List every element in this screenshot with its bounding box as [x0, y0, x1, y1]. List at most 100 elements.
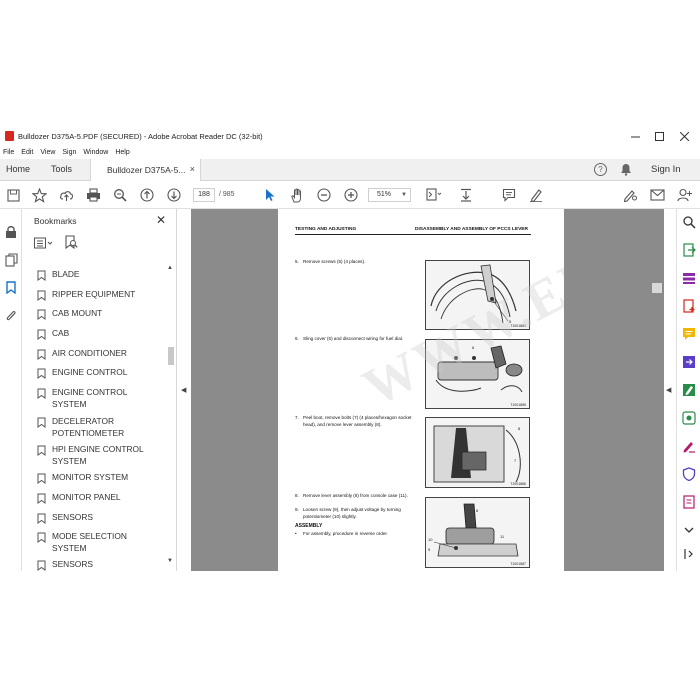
fill-sign-button[interactable]: [622, 187, 638, 203]
export-pdf-icon[interactable]: [682, 243, 696, 257]
comment-button[interactable]: [501, 187, 517, 203]
organize-pages-icon[interactable]: [682, 271, 696, 285]
document-scroll-thumb[interactable]: [652, 283, 662, 293]
minus-circle-icon: [317, 188, 331, 202]
close-window-button[interactable]: [672, 127, 696, 145]
save-button[interactable]: [5, 187, 21, 203]
chevron-left-icon: ◀: [666, 387, 672, 394]
bookmark-item[interactable]: ENGINE CONTROL SYSTEM: [37, 387, 162, 410]
scan-enhance-icon[interactable]: [682, 411, 696, 425]
select-tool-button[interactable]: [262, 187, 278, 203]
notification-bell-icon[interactable]: [620, 163, 632, 176]
maximize-button[interactable]: [647, 127, 671, 145]
pages-copy-icon[interactable]: [5, 253, 18, 267]
lock-icon[interactable]: [5, 225, 17, 238]
tab-document[interactable]: Bulldozer D375A-5... ×: [90, 159, 201, 181]
fill-sign-tool-icon[interactable]: [682, 439, 696, 453]
send-for-review-icon[interactable]: [682, 495, 696, 509]
zoom-search-button[interactable]: [112, 187, 128, 203]
bookmark-item[interactable]: SENSORS: [37, 512, 162, 524]
email-button[interactable]: [649, 187, 665, 203]
menu-file[interactable]: File: [3, 149, 14, 156]
share-user-button[interactable]: [676, 187, 692, 203]
acrobat-logo-icon: [5, 131, 14, 141]
minimize-button[interactable]: [623, 127, 647, 145]
search-icon[interactable]: [682, 215, 696, 229]
scroll-down-icon[interactable]: ▼: [167, 558, 173, 564]
document-scrollbar[interactable]: [651, 209, 664, 571]
expand-panel-icon[interactable]: [682, 547, 696, 561]
cloud-upload-icon: [59, 191, 73, 201]
edit-pdf-icon[interactable]: [682, 383, 696, 397]
bookmark-item[interactable]: CAB: [37, 328, 162, 340]
highlight-pen-button[interactable]: [528, 187, 544, 203]
menu-help[interactable]: Help: [115, 149, 129, 156]
combine-files-icon[interactable]: [682, 355, 696, 369]
bookmark-item[interactable]: BLADE: [37, 269, 162, 281]
tab-close-button[interactable]: ×: [190, 164, 195, 174]
bookmark-item[interactable]: CAB MOUNT: [37, 308, 162, 320]
bookmark-icon: [37, 388, 46, 399]
zoom-in-button[interactable]: [343, 187, 359, 203]
page-fit-button[interactable]: [426, 187, 442, 203]
paperclip-icon[interactable]: [5, 309, 17, 323]
figure-lever-assembly: 8 7 TJ001886: [425, 417, 530, 488]
next-page-button[interactable]: [166, 187, 182, 203]
svg-text:9: 9: [428, 547, 431, 552]
figure-code: TJ001886: [510, 482, 526, 486]
bookmark-item[interactable]: MONITOR PANEL: [37, 492, 162, 504]
collapse-left-panel-button[interactable]: ◀: [177, 209, 191, 571]
tab-home[interactable]: Home: [6, 164, 30, 174]
menu-window[interactable]: Window: [83, 149, 108, 156]
mail-icon: [649, 189, 665, 201]
scroll-mode-button[interactable]: [458, 187, 474, 203]
bookmark-item[interactable]: MODE SELECTION SYSTEM: [37, 531, 162, 554]
pdf-page: TESTING AND ADJUSTING DISASSEMBLY AND AS…: [278, 209, 564, 571]
bookmark-item[interactable]: AIR CONDITIONER: [37, 348, 162, 360]
zoom-out-button[interactable]: [316, 187, 332, 203]
bookmark-item[interactable]: RIPPER EQUIPMENT: [37, 289, 162, 301]
tab-tools[interactable]: Tools: [51, 164, 72, 174]
collapse-right-panel-button[interactable]: ◀: [664, 209, 676, 571]
options-menu-icon[interactable]: [34, 237, 54, 249]
more-tools-chevron-icon[interactable]: [682, 523, 696, 537]
bookmark-item[interactable]: SENSORS: [37, 559, 162, 571]
bookmark-panel-icon[interactable]: [6, 281, 16, 294]
create-pdf-icon[interactable]: [682, 299, 696, 313]
bookmark-item[interactable]: ENGINE CONTROL: [37, 367, 162, 379]
bookmark-item[interactable]: DECELERATOR POTENTIOMETER: [37, 416, 162, 439]
protect-shield-icon[interactable]: [682, 467, 696, 481]
toolbar: 188 / 985 51% ▼: [0, 181, 700, 209]
hand-tool-button[interactable]: [289, 187, 305, 203]
sign-in-button[interactable]: Sign In: [651, 164, 681, 175]
step-9: 9. Loosen screw (9), then adjust voltage…: [295, 507, 401, 519]
bookmark-icon: [37, 473, 46, 484]
star-icon: [31, 187, 47, 203]
menu-edit[interactable]: Edit: [21, 149, 33, 156]
menu-sign[interactable]: Sign: [62, 149, 76, 156]
bookmark-star-button[interactable]: [31, 187, 47, 203]
previous-page-button[interactable]: [139, 187, 155, 203]
potentiometer-illustration: 10 9 8 11: [428, 503, 519, 557]
bookmark-item[interactable]: HPI ENGINE CONTROL SYSTEM: [37, 444, 162, 467]
document-viewport[interactable]: TESTING AND ADJUSTING DISASSEMBLY AND AS…: [191, 209, 664, 571]
arrow-down-circle-icon: [167, 188, 181, 202]
find-bookmark-icon[interactable]: [65, 235, 78, 250]
upload-cloud-button[interactable]: [58, 187, 74, 203]
bookmarks-scrollbar[interactable]: ▲ ▼: [167, 261, 175, 571]
svg-text:8: 8: [518, 426, 521, 431]
help-icon[interactable]: ?: [594, 163, 607, 176]
scroll-up-icon[interactable]: ▲: [167, 265, 173, 271]
comment-tool-icon[interactable]: [682, 327, 696, 341]
step-8: 8. Remove lever assembly (8) from consol…: [295, 493, 408, 498]
bookmark-item[interactable]: MONITOR SYSTEM: [37, 472, 162, 484]
bookmarks-scroll-thumb[interactable]: [168, 347, 174, 365]
menu-view[interactable]: View: [40, 149, 55, 156]
left-navigation-rail: [0, 209, 22, 571]
print-button[interactable]: [85, 187, 101, 203]
bookmarks-close-button[interactable]: ✕: [156, 213, 166, 227]
page-number-input[interactable]: 188: [193, 188, 215, 202]
magnifier-icon: [114, 189, 127, 202]
cover-wiring-illustration: 6: [435, 345, 523, 393]
zoom-level-select[interactable]: 51% ▼: [368, 188, 411, 202]
